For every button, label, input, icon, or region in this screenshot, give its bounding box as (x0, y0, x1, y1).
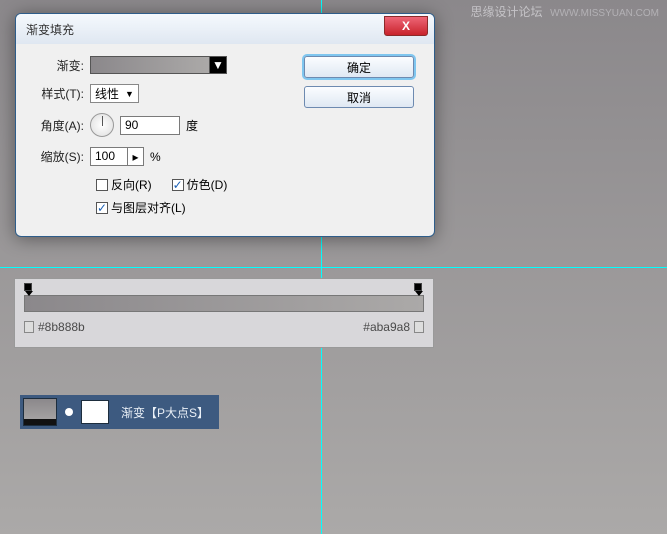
angle-label: 角度(A): (30, 117, 90, 134)
cancel-button[interactable]: 取消 (304, 86, 414, 108)
gradient-editor-panel: #8b888b #aba9a8 (14, 278, 434, 348)
watermark-url: WWW.MISSYUAN.COM (550, 8, 659, 19)
dither-checkbox[interactable]: ✓ 仿色(D) (172, 176, 228, 193)
reverse-checkbox[interactable]: 反向(R) (96, 176, 152, 193)
lock-icon (414, 321, 424, 333)
gradient-fill-dialog: 渐变填充 X 渐变: ▼ 样式(T): 线性 ▼ 角度(A): 90 (15, 13, 435, 237)
buttons-column: 确定 取消 (304, 56, 424, 222)
link-icon[interactable] (65, 408, 73, 416)
chevron-down-icon: ▼ (212, 58, 224, 72)
align-checkbox[interactable]: ✓ 与图层对齐(L) (96, 199, 186, 216)
dither-label: 仿色(D) (187, 176, 228, 193)
close-button[interactable]: X (384, 16, 428, 36)
reverse-label: 反向(R) (111, 176, 152, 193)
angle-input[interactable]: 90 (120, 116, 180, 135)
checkbox-box: ✓ (172, 179, 184, 191)
gradient-label: 渐变: (30, 57, 90, 74)
ok-button[interactable]: 确定 (304, 56, 414, 78)
align-label: 与图层对齐(L) (111, 199, 186, 216)
opacity-stops-row (24, 283, 424, 295)
style-select[interactable]: 线性 ▼ (90, 84, 139, 103)
style-value: 线性 (95, 85, 119, 102)
chevron-right-icon: ▸ (132, 150, 138, 164)
ok-label: 确定 (347, 59, 371, 76)
scale-value: 100 (91, 148, 127, 165)
layer-mask-thumbnail[interactable] (81, 400, 109, 424)
dialog-body: 渐变: ▼ 样式(T): 线性 ▼ 角度(A): 90 度 缩放(S): (16, 44, 434, 236)
style-label: 样式(T): (30, 85, 90, 102)
layer-name[interactable]: 渐变【P大点S】 (121, 404, 209, 421)
cancel-label: 取消 (347, 89, 371, 106)
gradient-bar[interactable] (24, 295, 424, 312)
check-icon: ✓ (97, 201, 107, 215)
gradient-dropdown-button[interactable]: ▼ (209, 56, 227, 74)
opacity-stop-right[interactable] (414, 283, 424, 293)
hex-right: #aba9a8 (363, 320, 410, 334)
scale-label: 缩放(S): (30, 148, 90, 165)
lock-icon (24, 321, 34, 333)
controls-column: 渐变: ▼ 样式(T): 线性 ▼ 角度(A): 90 度 缩放(S): (30, 56, 304, 222)
guide-horizontal[interactable] (0, 267, 667, 268)
scale-input[interactable]: 100 ▸ (90, 147, 144, 166)
scale-flyout-button[interactable]: ▸ (127, 148, 143, 165)
scale-unit: % (150, 150, 161, 164)
angle-dial[interactable] (90, 113, 114, 137)
check-icon: ✓ (173, 178, 183, 192)
checkbox-box (96, 179, 108, 191)
layer-thumbnail[interactable] (23, 398, 57, 426)
dialog-title: 渐变填充 (26, 21, 74, 38)
hex-left: #8b888b (38, 320, 85, 334)
angle-unit: 度 (186, 117, 198, 134)
gradient-swatch[interactable] (90, 56, 210, 74)
dialog-titlebar[interactable]: 渐变填充 X (16, 14, 434, 44)
watermark: 思缘设计论坛 WWW.MISSYUAN.COM (470, 3, 659, 20)
chevron-down-icon: ▼ (125, 89, 134, 99)
opacity-stop-left[interactable] (24, 283, 34, 293)
close-icon: X (402, 19, 410, 33)
layer-item[interactable]: 渐变【P大点S】 (20, 395, 219, 429)
checkbox-box: ✓ (96, 202, 108, 214)
watermark-text: 思缘设计论坛 (470, 5, 542, 19)
